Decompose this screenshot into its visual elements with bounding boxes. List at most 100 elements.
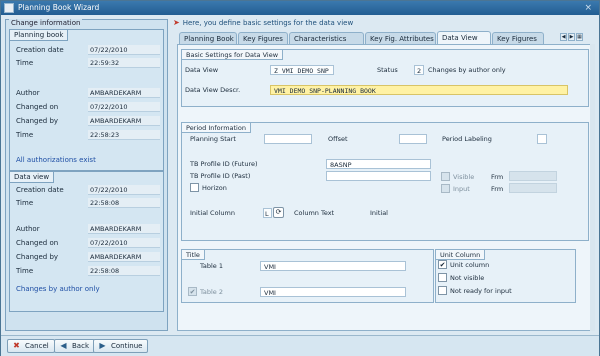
continue-button[interactable]: ▶ Continue — [93, 339, 149, 353]
pb-author-value: AMBARDEKARM — [88, 88, 160, 98]
basic-settings-title: Basic Settings for Data View — [182, 50, 284, 60]
planning-book-group: Planning book Creation date 07/22/2010 T… — [9, 29, 164, 171]
tab-data-view[interactable]: Data View — [437, 31, 491, 44]
initial-column-field[interactable]: L — [263, 208, 272, 218]
pb-changed-time-value: 22:58:23 — [88, 130, 160, 140]
tb-future-field[interactable]: 8ASNP — [326, 159, 431, 169]
input-label: Input — [453, 185, 470, 193]
status-field[interactable]: 2 — [414, 65, 424, 75]
status-text: Changes by author only — [428, 66, 506, 74]
horizon-checkbox[interactable] — [190, 183, 199, 192]
pb-creation-date-label: Creation date — [16, 46, 64, 54]
not-ready-checkbox[interactable] — [438, 286, 447, 295]
horizon-label: Horizon — [202, 184, 227, 192]
hint-text: Here, you define basic settings for the … — [182, 19, 354, 27]
pb-creation-date-value: 07/22/2010 — [88, 45, 160, 55]
table1-field[interactable]: VMI — [260, 261, 406, 271]
frm-label-1: Frm — [491, 173, 504, 181]
data-view-field[interactable]: Z_VMI_DEMO_SNP — [270, 65, 334, 75]
tab-key-figures[interactable]: Key Figures — [238, 32, 288, 44]
back-label: Back — [72, 342, 89, 350]
data-view-group-title: Data view — [10, 172, 55, 183]
tab-strip: Planning Book Key Figures Characteristic… — [179, 31, 589, 44]
tb-future-label: TB Profile ID (Future) — [190, 160, 258, 168]
cancel-button[interactable]: ✖ Cancel — [7, 339, 55, 353]
frm-field-1[interactable] — [509, 171, 557, 181]
pb-changed-time-label: Time — [16, 131, 34, 139]
tab-key-fig-attributes[interactable]: Key Fig. Attributes — [365, 32, 436, 44]
dv-changed-on-value: 07/22/2010 — [88, 238, 160, 248]
tb-past-field[interactable] — [326, 171, 431, 181]
app-icon — [4, 3, 14, 13]
refresh-icon[interactable]: ⟳ — [273, 207, 284, 218]
back-button[interactable]: ◀ Back — [54, 339, 95, 353]
table2-label: Table 2 — [200, 288, 224, 296]
data-view-group: Data view Creation date 07/22/2010 Time … — [9, 171, 164, 312]
continue-icon: ▶ — [99, 341, 106, 350]
pb-changed-by-value: AMBARDEKARM — [88, 116, 160, 126]
data-view-descr-label: Data View Descr. — [185, 86, 241, 94]
dv-author-label: Author — [16, 225, 40, 233]
planning-start-label: Planning Start — [190, 135, 236, 143]
offset-label: Offset — [328, 135, 348, 143]
close-icon[interactable]: × — [584, 1, 592, 15]
table2-checkbox[interactable]: ✔ — [188, 287, 197, 296]
pb-time-value: 22:59:32 — [88, 58, 160, 68]
pb-changed-on-value: 07/22/2010 — [88, 102, 160, 112]
main-area: ➤ Here, you define basic settings for the… — [171, 17, 597, 333]
cancel-label: Cancel — [25, 342, 49, 350]
column-text-label: Column Text — [294, 209, 335, 217]
tab-characteristics[interactable]: Characteristics — [289, 32, 364, 44]
change-information-title: Change information — [9, 19, 83, 27]
visible-checkbox[interactable] — [441, 172, 450, 181]
column-text-value: Initial — [370, 209, 388, 217]
continue-label: Continue — [111, 342, 143, 350]
pb-changed-by-label: Changed by — [16, 117, 59, 125]
arrow-icon: ➤ — [173, 18, 180, 27]
tab-planning-book[interactable]: Planning Book — [179, 32, 237, 44]
window-title: Planning Book Wizard — [18, 3, 100, 12]
all-authorizations-link[interactable]: All authorizations exist — [16, 155, 96, 166]
title-box-title: Title — [182, 250, 205, 260]
dv-changed-time-value: 22:58:08 — [88, 266, 160, 276]
dv-changed-by-value: AMBARDEKARM — [88, 252, 160, 262]
title-bar: Planning Book Wizard × — [1, 1, 599, 15]
wizard-window: Planning Book Wizard × Change informatio… — [0, 0, 600, 356]
period-labeling-field[interactable] — [537, 134, 547, 144]
dv-creation-date-label: Creation date — [16, 186, 64, 194]
not-visible-checkbox[interactable] — [438, 273, 447, 282]
hint-line: ➤ Here, you define basic settings for the… — [173, 17, 353, 29]
visible-label: Visible — [453, 173, 475, 181]
period-information-box: Period Information Planning Start Offset… — [181, 122, 589, 241]
changes-by-author-link[interactable]: Changes by author only — [16, 284, 100, 295]
dv-author-value: AMBARDEKARM — [88, 224, 160, 234]
unit-column-label: Unit column — [450, 261, 490, 269]
unit-column-box: Unit Column ✔ Unit column Not visible No… — [435, 249, 576, 303]
input-checkbox[interactable] — [441, 184, 450, 193]
not-visible-label: Not visible — [450, 274, 485, 282]
table1-label: Table 1 — [200, 262, 224, 270]
vertical-scrollbar[interactable] — [590, 44, 595, 331]
dv-changed-by-label: Changed by — [16, 253, 59, 261]
frm-field-2[interactable] — [509, 183, 557, 193]
pb-changed-on-label: Changed on — [16, 103, 59, 111]
tab-scroll-left-icon[interactable]: ◀ — [560, 33, 567, 41]
planning-start-field[interactable] — [264, 134, 312, 144]
offset-field[interactable] — [399, 134, 427, 144]
cancel-icon: ✖ — [13, 341, 20, 350]
dv-creation-date-value: 07/22/2010 — [88, 185, 160, 195]
tab-list-icon[interactable]: ▦ — [576, 33, 583, 41]
table2-field[interactable]: VMI — [260, 287, 406, 297]
period-information-title: Period Information — [182, 123, 251, 133]
unit-column-title: Unit Column — [436, 250, 486, 260]
data-view-descr-field[interactable]: VMI DEMO SNP-PLANNING BOOK — [270, 85, 568, 95]
dv-changed-time-label: Time — [16, 267, 34, 275]
title-box: Title Table 1 VMI ✔ Table 2 VMI — [181, 249, 434, 303]
unit-column-checkbox[interactable]: ✔ — [438, 260, 447, 269]
tab-scroll-right-icon[interactable]: ▶ — [568, 33, 575, 41]
frm-label-2: Frm — [491, 185, 504, 193]
tab-key-figures-2[interactable]: Key Figures — [492, 32, 544, 44]
dv-time-label: Time — [16, 199, 34, 207]
initial-column-label: Initial Column — [190, 209, 235, 217]
basic-settings-box: Basic Settings for Data View Data View Z… — [181, 49, 589, 107]
